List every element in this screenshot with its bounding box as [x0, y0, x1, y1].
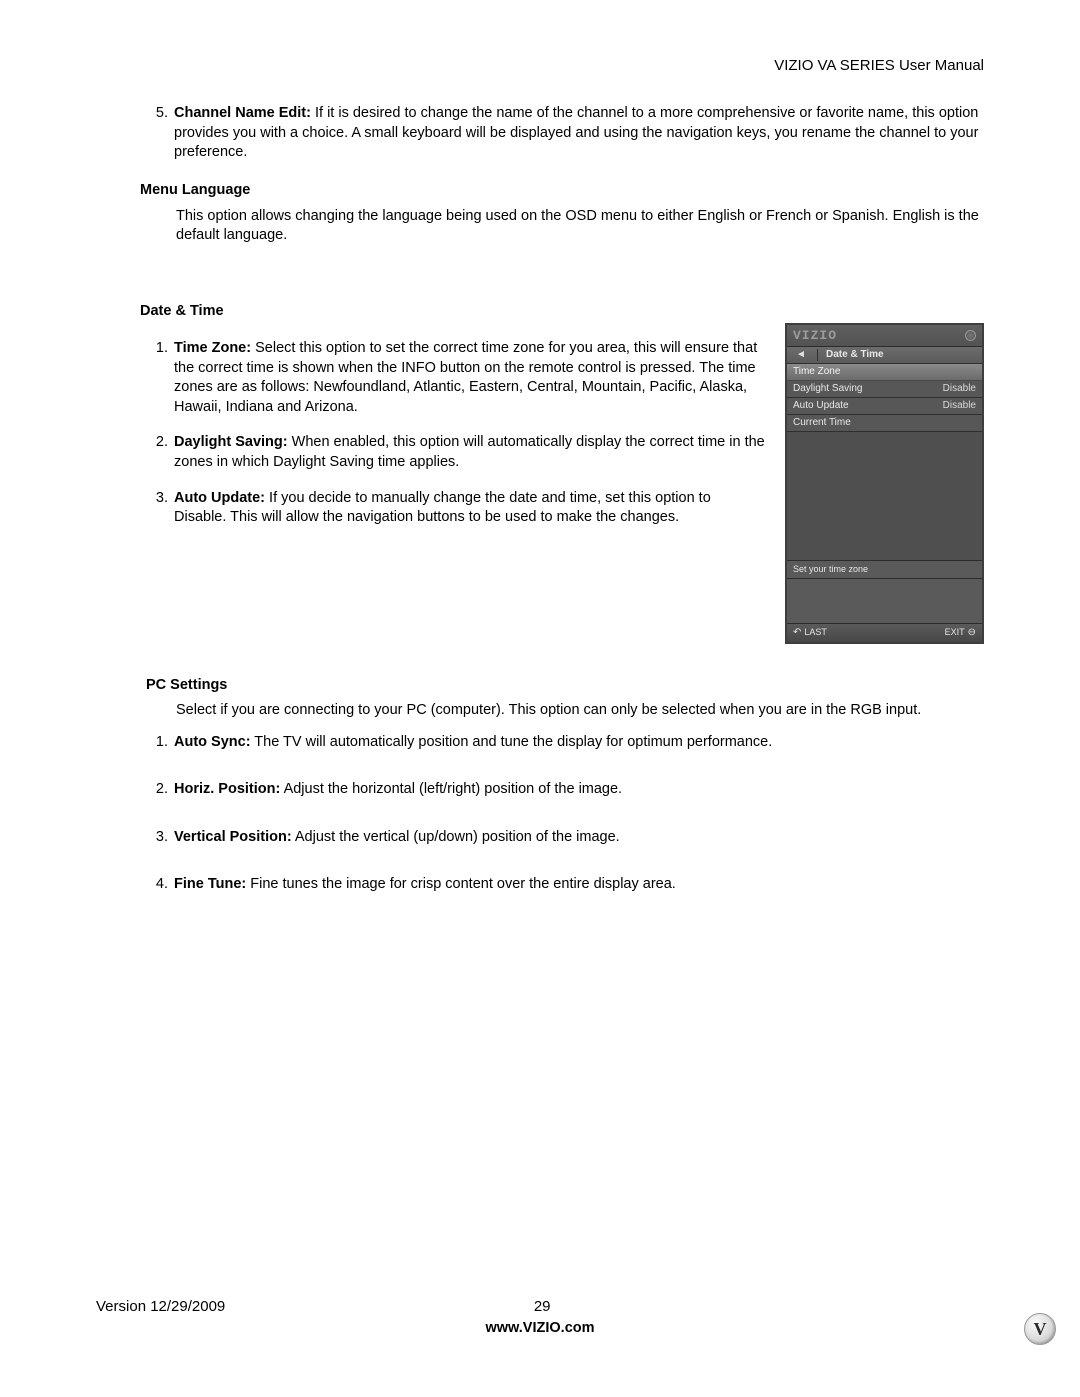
osd-row-current-time: Current Time — [787, 415, 982, 432]
osd-top-bar: VIZIO — [787, 325, 982, 347]
horiz-position-text: Adjust the horizontal (left/right) posit… — [280, 781, 622, 797]
vertical-position-item: 3. Vertical Position: Adjust the vertica… — [140, 828, 984, 848]
time-zone-label: Time Zone: — [174, 340, 251, 356]
osd-row-label: Current Time — [793, 417, 851, 429]
auto-update-label: Auto Update: — [174, 490, 265, 506]
vertical-position-label: Vertical Position: — [174, 829, 292, 845]
gear-icon — [965, 330, 976, 341]
list-number: 1. — [140, 339, 174, 417]
osd-help-text: Set your time zone — [787, 561, 982, 579]
logo-letter: V — [1034, 1317, 1047, 1341]
osd-blank-area — [787, 432, 982, 561]
osd-row-label: Daylight Saving — [793, 383, 862, 395]
list-body: Auto Update: If you decide to manually c… — [174, 489, 765, 528]
osd-footer: ↶LAST EXIT⊖ — [787, 624, 982, 642]
list-number: 2. — [140, 433, 174, 472]
fine-tune-item: 4. Fine Tune: Fine tunes the image for c… — [140, 875, 984, 895]
list-body: Fine Tune: Fine tunes the image for cris… — [174, 875, 984, 895]
osd-logo: VIZIO — [793, 328, 837, 344]
osd-row-label: Auto Update — [793, 400, 849, 412]
header-title: VIZIO VA SERIES User Manual — [96, 56, 984, 76]
daylight-saving-item: 2. Daylight Saving: When enabled, this o… — [140, 433, 765, 472]
osd-breadcrumb: ◄ Date & Time — [787, 347, 982, 364]
list-body: Vertical Position: Adjust the vertical (… — [174, 828, 984, 848]
osd-row-value: Disable — [943, 400, 976, 412]
list-body: Time Zone: Select this option to set the… — [174, 339, 765, 417]
page-footer: Version 12/29/2009 29 Version 12/29/2009… — [96, 1297, 984, 1339]
osd-exit-label: EXIT — [945, 627, 965, 637]
list-number: 4. — [140, 875, 174, 895]
pc-settings-intro: Select if you are connecting to your PC … — [176, 701, 984, 721]
osd-row-label: Time Zone — [793, 366, 840, 378]
page: VIZIO VA SERIES User Manual 5. Channel N… — [0, 0, 1080, 1397]
time-zone-item: 1. Time Zone: Select this option to set … — [140, 339, 765, 417]
content-body: 5. Channel Name Edit: If it is desired t… — [96, 104, 984, 895]
osd-row-daylight-saving: Daylight Saving Disable — [787, 381, 982, 398]
undo-icon: ↶ — [793, 627, 801, 639]
time-zone-text: Select this option to set the correct ti… — [174, 340, 757, 415]
list-number: 3. — [140, 828, 174, 848]
list-number: 2. — [140, 780, 174, 800]
horiz-position-label: Horiz. Position: — [174, 781, 280, 797]
osd-help-pad — [787, 579, 982, 624]
footer-url: www.VIZIO.com — [96, 1319, 984, 1339]
channel-name-edit-label: Channel Name Edit: — [174, 105, 311, 121]
osd-panel: VIZIO ◄ Date & Time Time Zone Daylight S… — [785, 323, 984, 643]
list-body: Horiz. Position: Adjust the horizontal (… — [174, 780, 984, 800]
pc-settings-heading: PC Settings — [146, 676, 984, 696]
auto-update-item: 3. Auto Update: If you decide to manuall… — [140, 489, 765, 528]
vizio-logo-icon: V — [1024, 1313, 1056, 1345]
fine-tune-label: Fine Tune: — [174, 876, 246, 892]
osd-row-time-zone: Time Zone — [787, 364, 982, 381]
list-number: 3. — [140, 489, 174, 528]
osd-crumb-title: Date & Time — [826, 349, 884, 361]
list-body: Daylight Saving: When enabled, this opti… — [174, 433, 765, 472]
list-number: 1. — [140, 733, 174, 753]
list-body: Channel Name Edit: If it is desired to c… — [174, 104, 984, 163]
footer-top-row: Version 12/29/2009 29 Version 12/29/2009 — [96, 1297, 984, 1317]
osd-exit: EXIT⊖ — [945, 627, 976, 639]
fine-tune-text: Fine tunes the image for crisp content o… — [246, 876, 676, 892]
date-time-left: 1. Time Zone: Select this option to set … — [140, 327, 765, 544]
auto-sync-item: 1. Auto Sync: The TV will automatically … — [140, 733, 984, 753]
horiz-position-item: 2. Horiz. Position: Adjust the horizonta… — [140, 780, 984, 800]
footer-page-number: 29 — [534, 1297, 551, 1317]
osd-last: ↶LAST — [793, 627, 827, 639]
exit-icon: ⊖ — [968, 627, 976, 639]
daylight-saving-label: Daylight Saving: — [174, 434, 288, 450]
menu-language-text: This option allows changing the language… — [176, 207, 984, 246]
auto-sync-text: The TV will automatically position and t… — [251, 734, 773, 750]
channel-name-edit-item: 5. Channel Name Edit: If it is desired t… — [140, 104, 984, 163]
osd-row-auto-update: Auto Update Disable — [787, 398, 982, 415]
date-time-heading: Date & Time — [140, 302, 984, 322]
menu-language-heading: Menu Language — [140, 181, 984, 201]
crumb-divider — [817, 349, 818, 361]
list-number: 5. — [140, 104, 174, 163]
vertical-position-text: Adjust the vertical (up/down) position o… — [292, 829, 620, 845]
auto-sync-label: Auto Sync: — [174, 734, 251, 750]
list-body: Auto Sync: The TV will automatically pos… — [174, 733, 984, 753]
back-arrow-icon: ◄ — [793, 349, 809, 361]
osd-row-value: Disable — [943, 383, 976, 395]
osd-last-label: LAST — [804, 627, 827, 637]
date-time-section: 1. Time Zone: Select this option to set … — [140, 327, 984, 643]
footer-version: Version 12/29/2009 — [96, 1297, 225, 1317]
